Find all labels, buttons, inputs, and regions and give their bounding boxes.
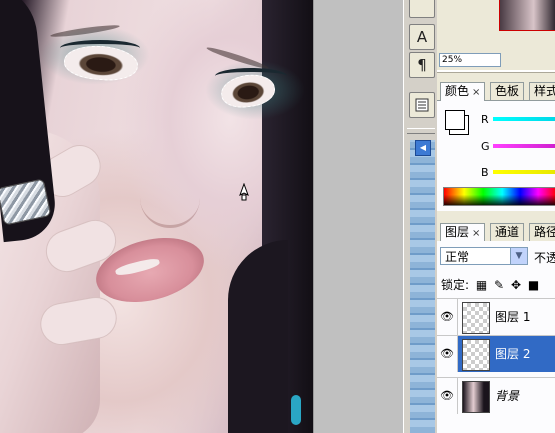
visibility-eye-icon[interactable]: 👁 [437, 299, 458, 335]
color-panel: R G B [437, 101, 555, 211]
panel-divider [437, 70, 555, 73]
panel-dock: 25% 颜色 × 色板 样式 R G B 图层 × 通道 路径 正常 ▼ 不透 锁定… [437, 0, 555, 433]
lock-all-icon[interactable]: ■ [528, 278, 539, 292]
lock-paint-icon[interactable]: ✎ [494, 278, 504, 292]
tab-styles[interactable]: 样式 [529, 82, 555, 100]
blend-mode-value: 正常 [445, 250, 470, 264]
g-slider[interactable] [493, 144, 555, 148]
lock-transparent-icon[interactable]: ▦ [476, 278, 487, 292]
foreground-color-swatch[interactable] [445, 110, 465, 130]
tab-channels[interactable]: 通道 [490, 223, 525, 241]
layer-row[interactable]: 👁 图层 2 [437, 335, 555, 372]
pen-cursor-icon [239, 183, 249, 201]
close-icon[interactable]: × [472, 87, 480, 98]
layer-name: 背景 [495, 389, 520, 403]
layer-thumbnail [462, 381, 490, 413]
toolbox-grip[interactable] [407, 128, 435, 134]
channel-label-r: R [481, 113, 489, 126]
layer-row[interactable]: 👁 图层 1 [437, 298, 555, 335]
tab-label: 路径 [534, 225, 555, 239]
layer-name: 图层 2 [495, 347, 531, 361]
workspace-background [313, 0, 404, 433]
r-slider[interactable] [493, 117, 555, 121]
layers-panel-tabs: 图层 × 通道 路径 [437, 221, 555, 242]
desktop-strip [410, 140, 435, 433]
tab-label: 样式 [534, 84, 555, 98]
color-spectrum[interactable] [443, 187, 555, 206]
opacity-label: 不透 [534, 251, 555, 265]
tab-label: 图层 [445, 225, 470, 239]
tab-layers[interactable]: 图层 × [440, 223, 486, 242]
navigator-panel: 25% [437, 0, 555, 73]
channel-label-g: G [481, 140, 490, 153]
tab-paths[interactable]: 路径 [529, 223, 555, 241]
tab-label: 色板 [495, 84, 520, 98]
document-canvas[interactable] [0, 0, 313, 433]
layer-name: 图层 1 [495, 310, 531, 324]
visibility-eye-icon[interactable]: 👁 [437, 378, 458, 414]
layer-row[interactable]: 👁 背景 [437, 377, 555, 414]
type-tool-icon[interactable]: A [409, 24, 435, 50]
tab-swatches[interactable]: 色板 [490, 82, 525, 100]
close-icon[interactable]: × [472, 228, 480, 239]
visibility-eye-icon[interactable]: 👁 [437, 336, 458, 372]
paragraph-tool-icon[interactable]: ¶ [409, 52, 435, 78]
navigator-thumbnail[interactable] [499, 0, 555, 31]
layers-panel: 正常 ▼ 不透 锁定: ▦ ✎ ✥ ■ 👁 图层 1 👁 图层 2 👁 背景 [437, 241, 555, 433]
photo-hair [228, 240, 288, 433]
color-panel-tabs: 颜色 × 色板 样式 [437, 80, 555, 101]
zoom-input[interactable]: 25% [439, 53, 501, 67]
channel-label-b: B [481, 166, 489, 179]
layer-thumbnail [462, 339, 490, 371]
tab-color[interactable]: 颜色 × [440, 82, 486, 101]
layer-thumbnail [462, 302, 490, 334]
lock-row: 锁定: ▦ ✎ ✥ ■ [441, 276, 542, 293]
photo-nose [140, 195, 200, 228]
tab-label: 通道 [495, 225, 520, 239]
scroll-up-icon[interactable]: ◀ [415, 140, 431, 156]
chevron-down-icon[interactable]: ▼ [510, 248, 527, 264]
layer-comps-icon[interactable] [409, 92, 435, 118]
lock-move-icon[interactable]: ✥ [511, 278, 521, 292]
tab-label: 颜色 [445, 84, 470, 98]
b-slider[interactable] [493, 170, 555, 174]
blend-mode-select[interactable]: 正常 ▼ [440, 247, 528, 265]
tool-button[interactable] [409, 0, 435, 18]
photo-earring [291, 395, 301, 425]
lock-label: 锁定: [441, 278, 470, 292]
